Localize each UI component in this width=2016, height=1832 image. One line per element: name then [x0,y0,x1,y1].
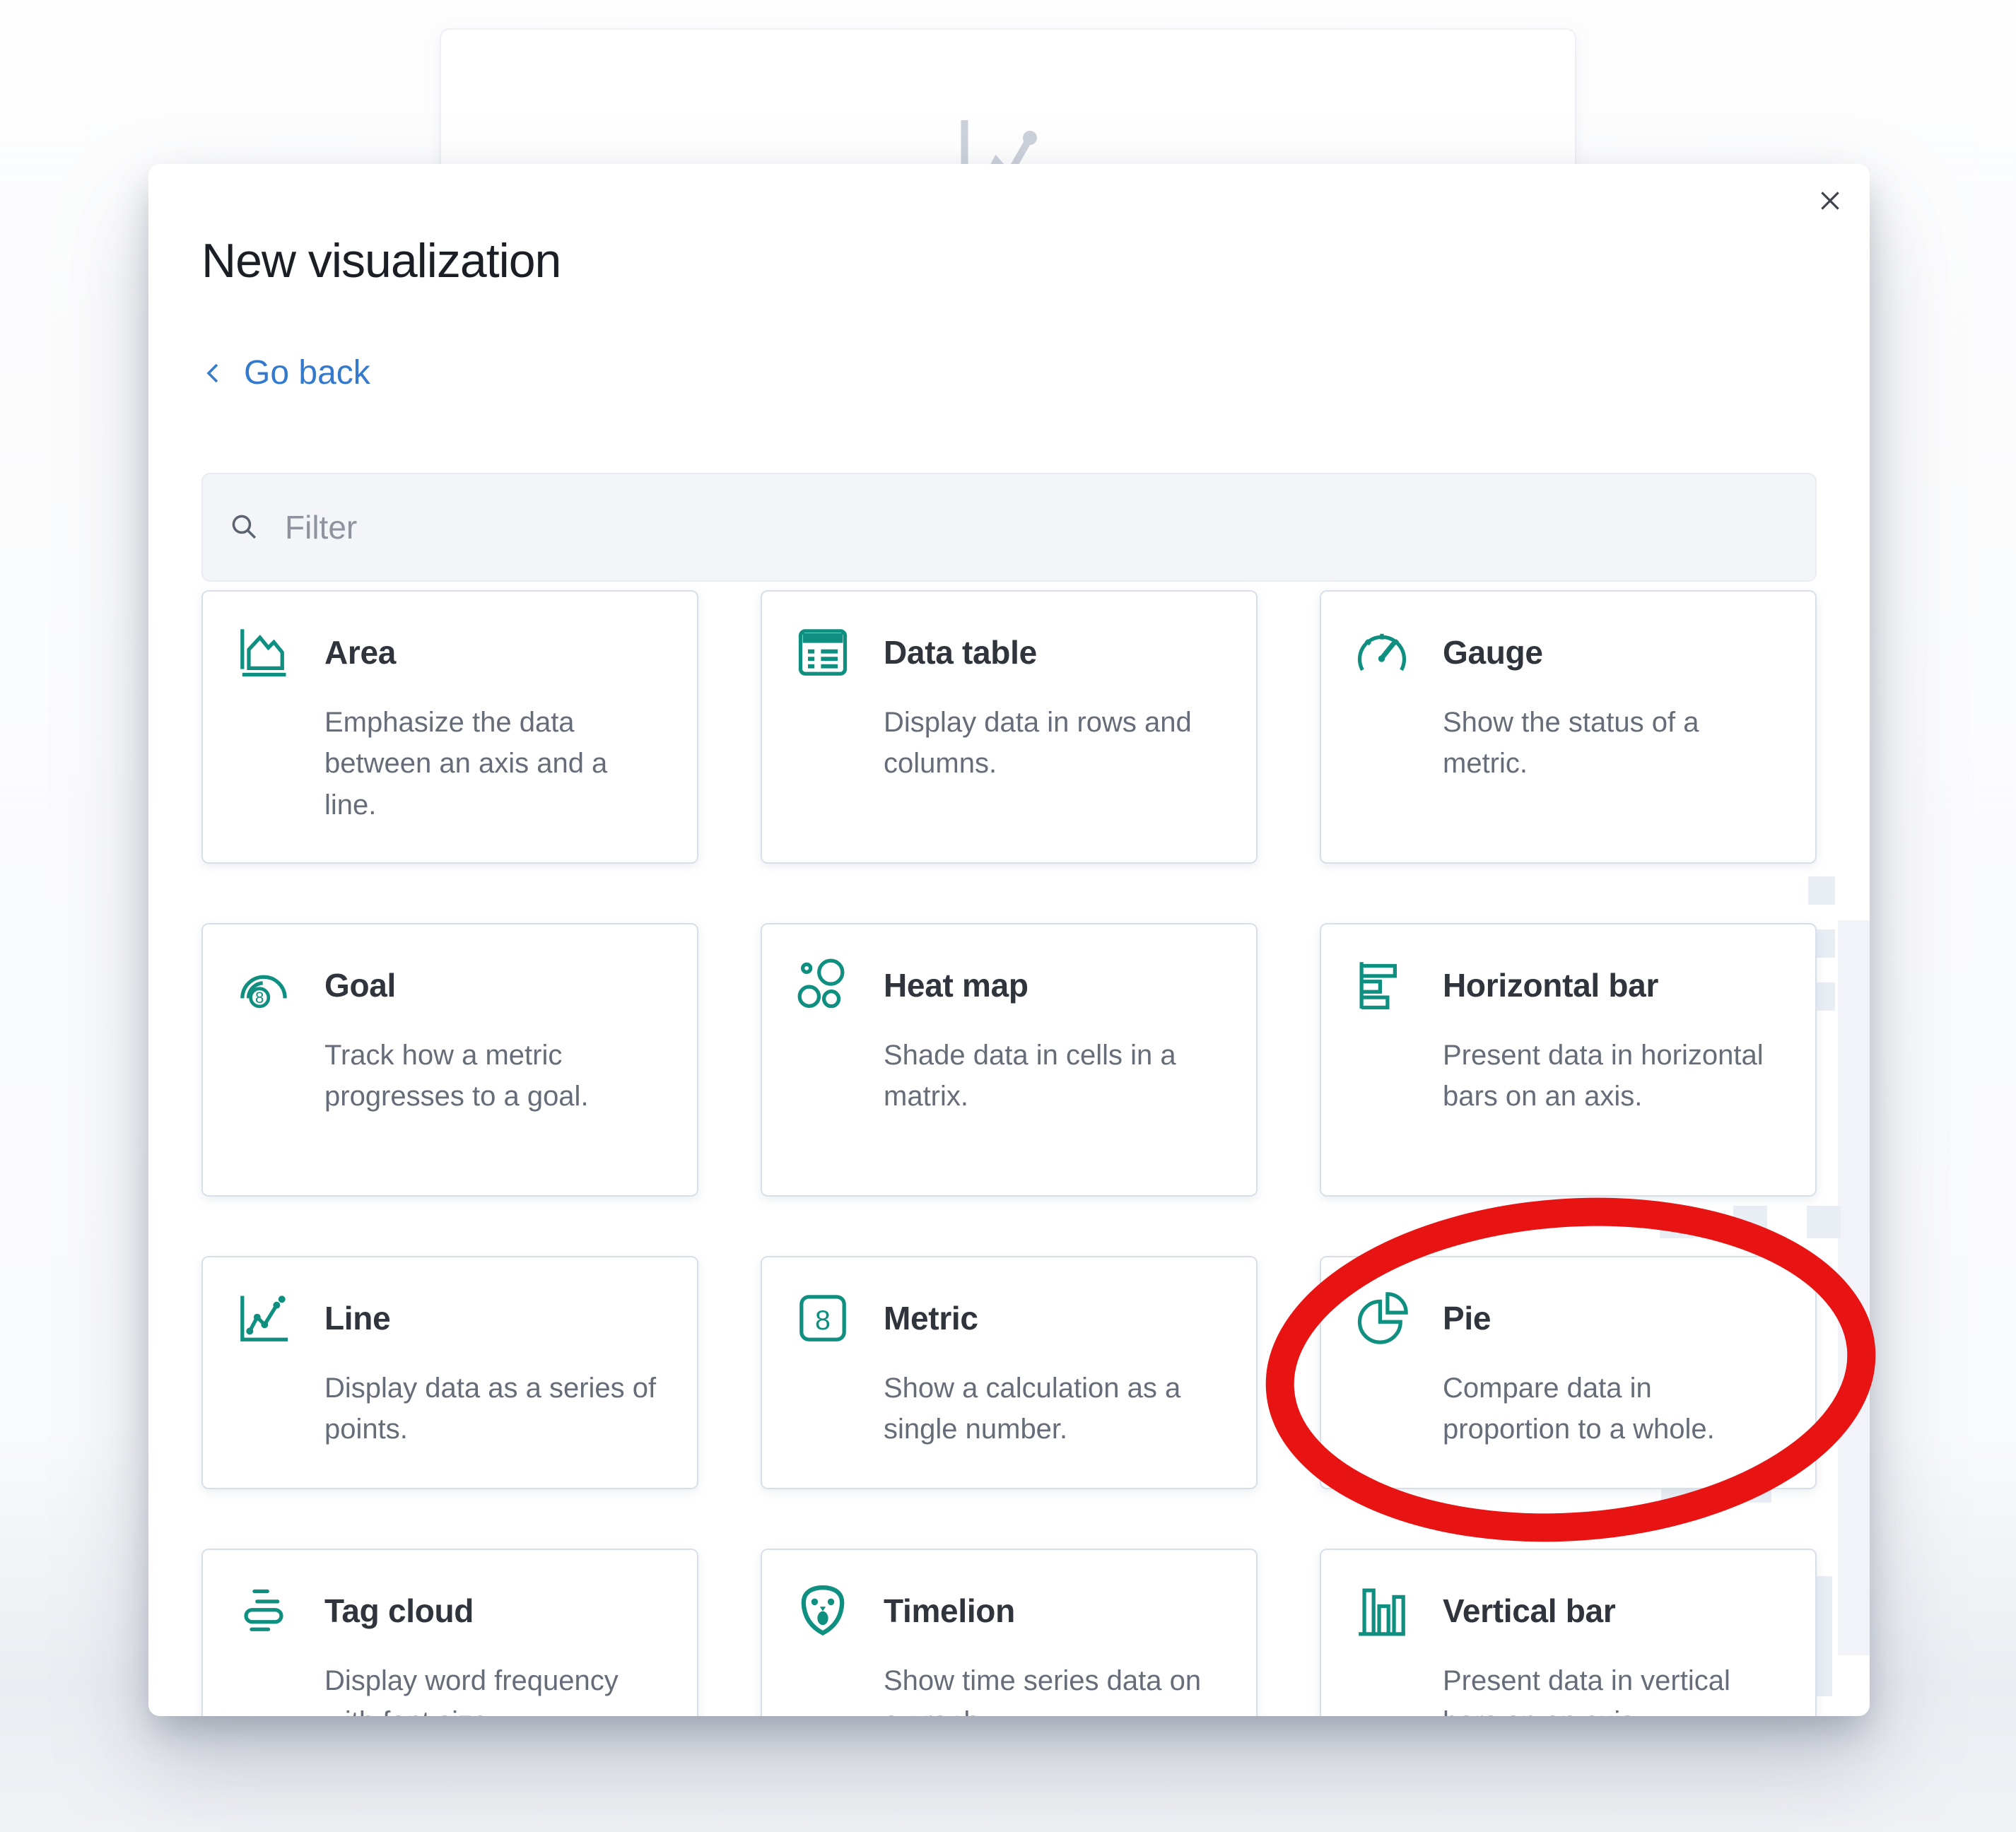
metric-icon: 8 [793,1288,852,1348]
filter-field [201,473,1817,582]
modal-title: New visualization [201,233,561,288]
vis-card-description: Display word frequency with font size. [324,1660,657,1716]
vis-card-tag-cloud[interactable]: Tag cloud Display word frequency with fo… [201,1549,698,1716]
vis-card-heat-map[interactable]: Heat map Shade data in cells in a matrix… [761,923,1258,1197]
gauge-icon [1352,623,1412,682]
vis-card-description: Show time series data on a graph. [884,1660,1216,1716]
vis-card-description: Present data in horizontal bars on an ax… [1443,1035,1775,1117]
horizontal-bar-icon [1352,956,1412,1015]
vis-card-title: Metric [884,1299,978,1337]
vis-card-description: Track how a metric progresses to a goal. [324,1035,657,1117]
heat-map-icon [793,956,852,1015]
vis-card-title: Line [324,1299,390,1337]
vis-card-title: Tag cloud [324,1592,474,1630]
svg-text:8: 8 [255,989,264,1006]
close-icon [1817,187,1844,214]
vis-card-description: Shade data in cells in a matrix. [884,1035,1216,1117]
filter-input[interactable] [285,508,1790,546]
vis-card-title: Horizontal bar [1443,966,1658,1004]
vis-card-description: Display data as a series of points. [324,1368,657,1450]
vis-card-horizontal-bar[interactable]: Horizontal bar Present data in horizonta… [1320,923,1817,1197]
timelion-icon [793,1581,852,1640]
vis-card-pie[interactable]: Pie Compare data in proportion to a whol… [1320,1256,1817,1489]
go-back-link[interactable]: Go back [201,353,370,392]
vis-card-description: Show the status of a metric. [1443,702,1775,785]
vis-card-description: Emphasize the data between an axis and a… [324,702,657,826]
vis-card-description: Show a calculation as a single number. [884,1368,1216,1450]
vis-card-title: Area [324,633,396,671]
vis-card-data-table[interactable]: Data table Display data in rows and colu… [761,590,1258,864]
data-table-icon [793,623,852,682]
vis-card-metric[interactable]: 8 Metric Show a calculation as a single … [761,1256,1258,1489]
vis-card-area[interactable]: Area Emphasize the data between an axis … [201,590,698,864]
vis-card-description: Display data in rows and columns. [884,702,1216,785]
area-icon [234,623,293,682]
vis-card-gauge[interactable]: Gauge Show the status of a metric. [1320,590,1817,864]
vis-card-description: Present data in vertical bars on an axis… [1443,1660,1775,1716]
vis-card-title: Gauge [1443,633,1543,671]
line-icon [234,1288,293,1348]
vis-card-title: Timelion [884,1592,1015,1630]
vis-card-vertical-bar[interactable]: Vertical bar Present data in vertical ba… [1320,1549,1817,1716]
svg-text:8: 8 [815,1305,831,1336]
vis-card-title: Data table [884,633,1037,671]
new-visualization-modal: New visualization Go back Area Emphasize… [148,164,1870,1716]
close-button[interactable] [1810,181,1850,221]
go-back-label: Go back [244,353,370,392]
vis-card-description: Compare data in proportion to a whole. [1443,1368,1775,1450]
vis-card-line[interactable]: Line Display data as a series of points. [201,1256,698,1489]
pie-icon [1352,1288,1412,1348]
goal-icon: 8 [234,956,293,1015]
vis-card-title: Heat map [884,966,1028,1004]
cards-grid: Area Emphasize the data between an axis … [201,590,1817,1716]
vis-card-goal[interactable]: 8 Goal Track how a metric progresses to … [201,923,698,1197]
vis-card-title: Pie [1443,1299,1491,1337]
tag-cloud-icon [234,1581,293,1640]
chevron-left-icon [201,359,225,387]
search-icon [228,511,261,544]
vis-card-timelion[interactable]: Timelion Show time series data on a grap… [761,1549,1258,1716]
vis-card-title: Vertical bar [1443,1592,1615,1630]
vertical-bar-icon [1352,1581,1412,1640]
vis-card-title: Goal [324,966,396,1004]
